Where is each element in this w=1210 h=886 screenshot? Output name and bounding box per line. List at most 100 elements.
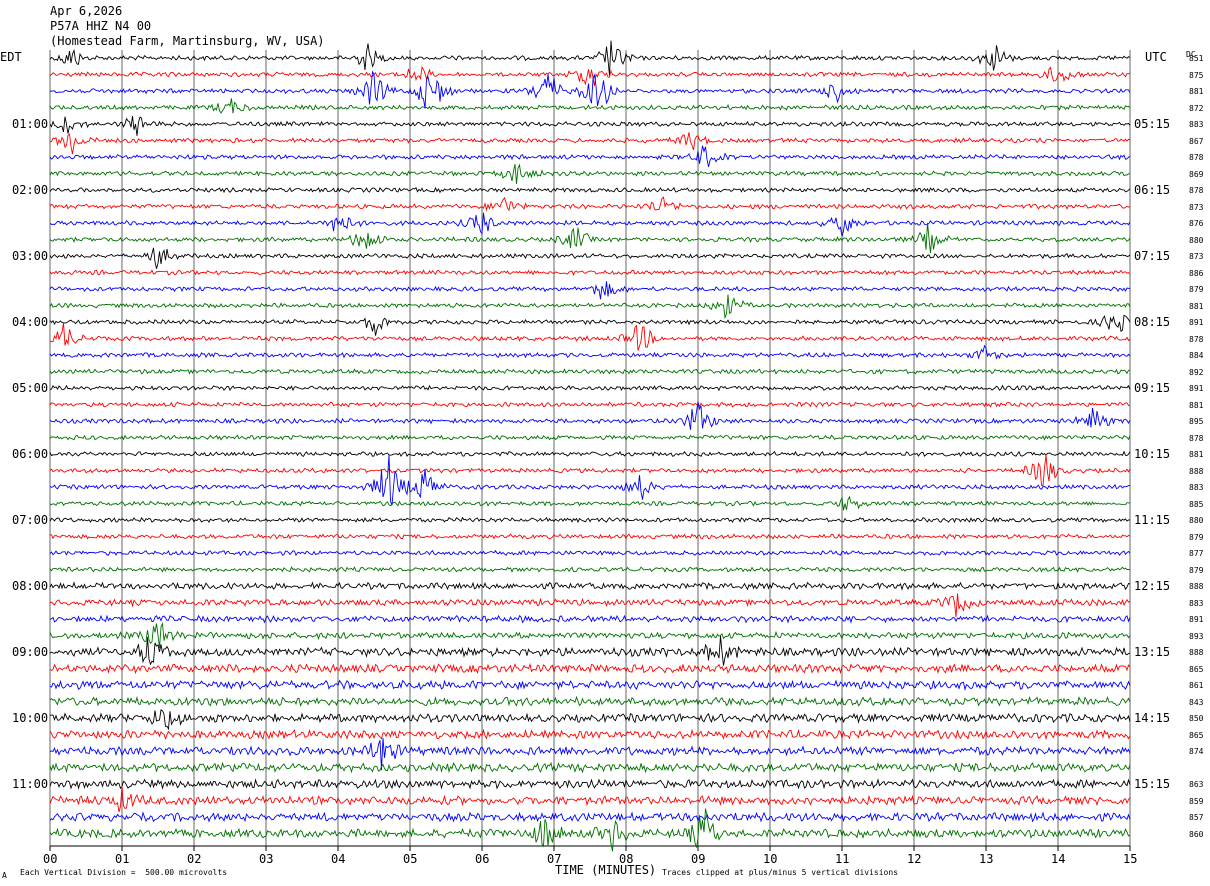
- dc-offset-label: 878: [1189, 153, 1204, 162]
- dc-offset-label: 876: [1189, 219, 1204, 228]
- dc-offset-label: 861: [1189, 681, 1204, 690]
- x-tick-label: 01: [115, 852, 130, 866]
- dc-offset-label: 880: [1189, 516, 1204, 525]
- dc-offset-label: 878: [1189, 334, 1204, 344]
- x-tick-label: 04: [331, 852, 346, 866]
- dc-offset-label: 872: [1189, 103, 1204, 113]
- dc-offset-label: 851: [1189, 54, 1204, 63]
- dc-offset-label: 875: [1189, 70, 1204, 80]
- trace-45: [49, 785, 1131, 813]
- x-tick-label: 15: [1123, 852, 1138, 866]
- trace-36: [49, 635, 1131, 666]
- trace-32: [49, 581, 1131, 591]
- trace-25: [49, 454, 1131, 487]
- right-time-label: 07:15: [1134, 249, 1171, 263]
- dc-offset-label: 881: [1189, 400, 1204, 410]
- left-time-label: 05:00: [12, 381, 49, 395]
- dc-offset-label: 879: [1189, 532, 1204, 542]
- dc-offset-label: 883: [1189, 120, 1204, 129]
- trace-14: [49, 281, 1131, 300]
- left-time-label: 09:00: [12, 645, 49, 659]
- left-timezone: EDT: [0, 50, 22, 64]
- dc-offset-label: 859: [1189, 796, 1204, 806]
- dc-offset-label: 888: [1189, 648, 1204, 657]
- dc-offset-label: 895: [1189, 417, 1204, 426]
- dc-offset-label: 877: [1189, 549, 1204, 558]
- dc-offset-label: 888: [1189, 582, 1204, 591]
- trace-26: [49, 454, 1131, 506]
- right-time-label: 06:15: [1134, 183, 1171, 197]
- minute-grid: [49, 50, 1131, 847]
- dc-offset-label: 891: [1189, 384, 1204, 393]
- x-tick-label: 12: [907, 852, 922, 866]
- right-time-label: 09:15: [1134, 381, 1171, 395]
- dc-offset-label: 878: [1189, 186, 1204, 195]
- right-timezone: UTC: [1145, 50, 1167, 64]
- right-time-label: 10:15: [1134, 447, 1171, 461]
- trace-5: [49, 132, 1131, 155]
- dc-offset-label: 857: [1189, 813, 1204, 822]
- dc-offset-label: 881: [1189, 301, 1204, 311]
- trace-38: [49, 679, 1131, 692]
- dc-offset-label: 891: [1189, 318, 1204, 327]
- trace-20: [49, 384, 1131, 392]
- right-time-label: 08:15: [1134, 315, 1171, 329]
- dc-offset-label: 879: [1189, 285, 1204, 294]
- left-time-label: 04:00: [12, 315, 49, 329]
- station-location: (Homestead Farm, Martinsburg, WV, USA): [50, 34, 325, 48]
- trace-18: [49, 344, 1131, 360]
- right-time-label: 11:15: [1134, 513, 1171, 527]
- trace-11: [49, 222, 1131, 254]
- trace-29: [49, 533, 1131, 540]
- seismogram-plot: [49, 40, 1131, 852]
- dc-offset-label: 888: [1189, 466, 1204, 476]
- dc-offset-label: 881: [1189, 450, 1204, 459]
- trace-30: [49, 549, 1131, 557]
- right-time-label: 14:15: [1134, 711, 1171, 725]
- x-tick-label: 05: [403, 852, 418, 866]
- left-time-label: 03:00: [12, 249, 49, 263]
- trace-10: [49, 212, 1131, 237]
- left-time-label: 02:00: [12, 183, 49, 197]
- station-code: P57A HHZ N4 00: [50, 19, 152, 33]
- left-time-label: 08:00: [12, 579, 49, 593]
- trace-12: [49, 247, 1131, 269]
- scale-note: Each Vertical Division = 500.00 microvol…: [20, 868, 228, 877]
- trace-35: [49, 621, 1131, 648]
- trace-group: [49, 40, 1131, 852]
- trace-41: [49, 728, 1131, 741]
- trace-44: [49, 778, 1131, 790]
- trace-23: [49, 434, 1131, 441]
- x-tick-label: 06: [475, 852, 490, 866]
- dc-offset-label: 865: [1189, 664, 1204, 674]
- dc-offset-label: 867: [1189, 136, 1204, 146]
- dc-offset-label: 843: [1189, 697, 1204, 707]
- x-tick-label: 14: [1051, 852, 1066, 866]
- left-time-label: 06:00: [12, 447, 49, 461]
- right-time-label: 15:15: [1134, 777, 1171, 791]
- trace-34: [49, 614, 1131, 624]
- clip-note: Traces clipped at plus/minus 5 vertical …: [662, 868, 899, 877]
- dc-offset-label: 874: [1189, 747, 1204, 756]
- x-tick-label: 10: [763, 852, 778, 866]
- dc-offset-label: 883: [1189, 483, 1204, 492]
- dc-offset-label: 892: [1189, 367, 1204, 377]
- trace-43: [49, 761, 1131, 774]
- left-time-label: 01:00: [12, 117, 49, 131]
- trace-33: [49, 593, 1131, 618]
- trace-42: [49, 737, 1131, 771]
- trace-31: [49, 566, 1131, 573]
- trace-7: [49, 163, 1131, 184]
- corner-mark: A: [2, 871, 7, 880]
- dc-offset-label: 878: [1189, 433, 1204, 443]
- trace-4: [49, 115, 1131, 136]
- trace-24: [49, 450, 1131, 458]
- dc-offset-label: 891: [1189, 615, 1204, 624]
- trace-21: [49, 401, 1131, 408]
- dc-offset-label: 873: [1189, 202, 1204, 212]
- trace-15: [49, 294, 1131, 320]
- trace-39: [49, 695, 1131, 708]
- dc-offset-label: 863: [1189, 780, 1204, 789]
- x-tick-label: 00: [43, 852, 58, 866]
- record-date: Apr 6,2026: [50, 4, 123, 18]
